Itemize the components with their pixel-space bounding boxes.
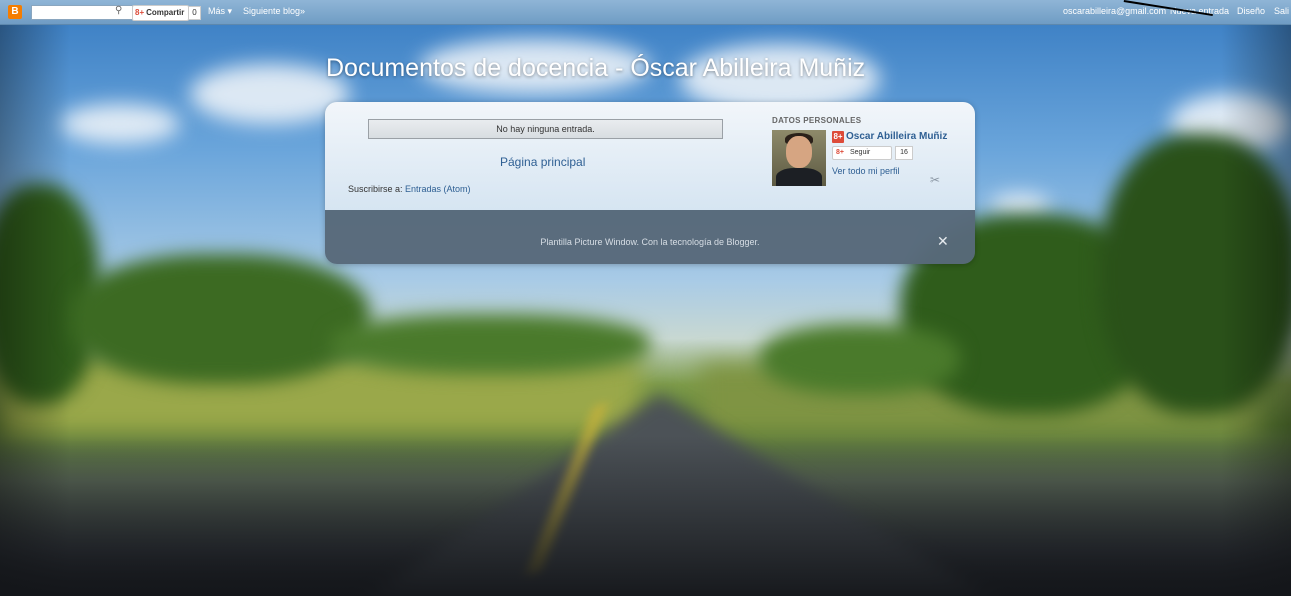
user-email[interactable]: oscarabilleira@gmail.com — [1063, 6, 1166, 16]
profile-name-link[interactable]: Oscar Abilleira Muñiz — [846, 131, 947, 142]
share-label: Compartir — [146, 8, 185, 17]
tree — [760, 324, 960, 394]
tree — [70, 254, 370, 384]
gplus-profile-icon[interactable]: 8+ — [832, 131, 844, 143]
cloud — [60, 104, 180, 144]
tree — [330, 314, 650, 374]
subscribe-line: Suscribirse a: Entradas (Atom) — [348, 184, 471, 194]
blogger-logo-icon[interactable]: B — [8, 5, 22, 19]
gplus-share-button[interactable]: 8+ Compartir — [132, 5, 190, 21]
blogger-navbar: B ⚲ 8+ Compartir 0 Más ▾ Siguiente blog» … — [0, 0, 1291, 25]
view-profile-link[interactable]: Ver todo mi perfil — [832, 166, 900, 176]
next-blog-link[interactable]: Siguiente blog» — [243, 6, 305, 16]
design-link[interactable]: Diseño — [1237, 6, 1265, 16]
follow-label: Seguir — [849, 149, 871, 156]
avatar[interactable] — [772, 130, 826, 186]
footer-attribution: Plantilla Picture Window. Con la tecnolo… — [540, 237, 760, 247]
blog-title[interactable]: Documentos de docencia - Óscar Abilleira… — [326, 54, 865, 83]
bottom-shadow — [0, 436, 1291, 596]
gplus-icon: 8+ — [836, 149, 844, 156]
share-count: 0 — [188, 6, 201, 20]
search-icon[interactable]: ⚲ — [115, 5, 122, 16]
home-link[interactable]: Página principal — [500, 155, 585, 169]
more-menu[interactable]: Más ▾ — [208, 6, 232, 17]
subscribe-label: Suscribirse a: — [348, 184, 406, 194]
content-card: No hay ninguna entrada. Página principal… — [325, 102, 975, 264]
profile-section-title: DATOS PERSONALES — [772, 116, 862, 125]
content-area: No hay ninguna entrada. Página principal… — [325, 102, 975, 210]
exit-link[interactable]: Sali — [1274, 6, 1289, 16]
follow-count: 16 — [895, 146, 913, 160]
follow-button[interactable]: 8+ Seguir — [832, 146, 892, 160]
edit-gadget-icon[interactable]: ✂ — [930, 173, 940, 187]
gplus-icon: 8+ — [135, 8, 145, 17]
atom-feed-link[interactable]: Entradas (Atom) — [405, 184, 471, 194]
edit-footer-icon[interactable]: ✕ — [937, 233, 949, 250]
no-entries-message: No hay ninguna entrada. — [368, 119, 723, 139]
